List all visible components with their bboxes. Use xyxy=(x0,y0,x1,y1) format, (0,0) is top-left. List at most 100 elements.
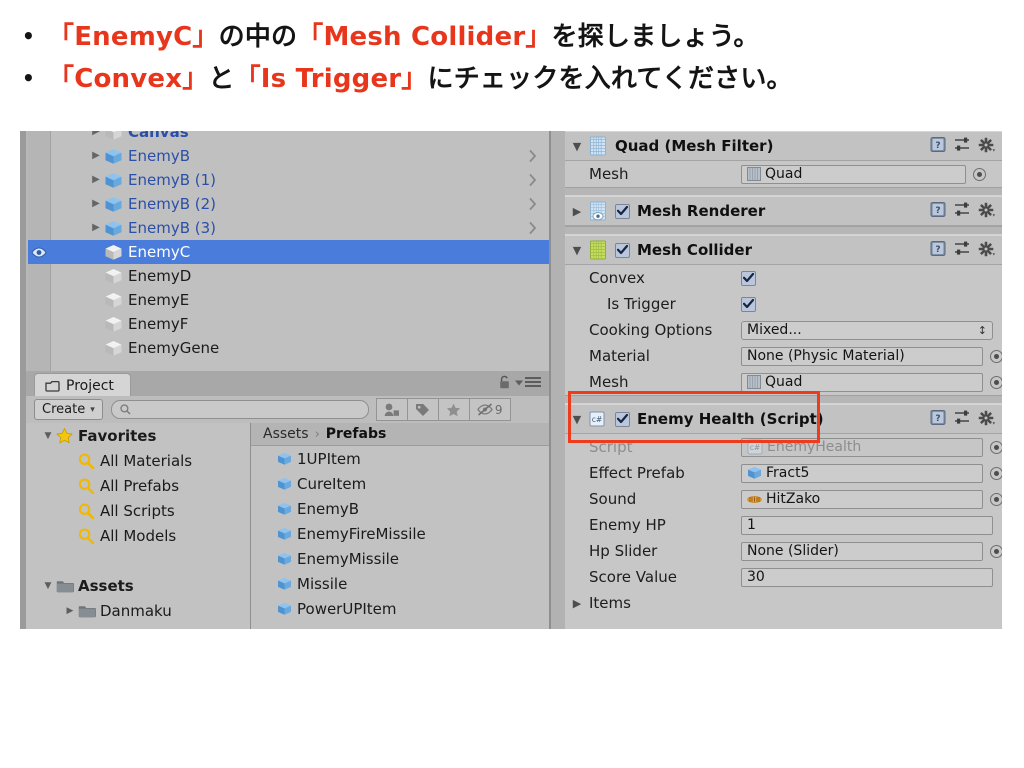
visibility-toggle[interactable] xyxy=(28,131,50,144)
asset-item-enemymissile[interactable]: EnemyMissile xyxy=(251,546,549,571)
asset-item-powerupitem[interactable]: PowerUPItem xyxy=(251,596,549,621)
project-tree-item-all-prefabs[interactable]: All Prefabs xyxy=(26,473,250,498)
component-enabled-checkbox[interactable] xyxy=(615,411,635,427)
expand-triangle-icon[interactable]: ▼ xyxy=(40,431,56,441)
gear-icon[interactable] xyxy=(978,241,997,257)
preset-icon[interactable] xyxy=(954,137,971,152)
gear-icon[interactable] xyxy=(978,202,997,218)
field-hp-slider[interactable]: Hp Slider None (Slider) xyxy=(565,538,1002,564)
value-mesh[interactable]: Quad xyxy=(741,372,983,392)
hierarchy-row-canvas[interactable]: ▶ Canvas xyxy=(28,131,549,144)
panel-menu-icon[interactable] xyxy=(515,377,541,388)
open-prefab-chevron-icon[interactable] xyxy=(529,198,537,210)
visibility-toggle[interactable] xyxy=(28,336,50,360)
field-sound[interactable]: Sound HitZako xyxy=(565,486,1002,512)
value-material[interactable]: None (Physic Material) xyxy=(741,346,983,366)
favorite-star-icon[interactable] xyxy=(438,398,470,421)
hierarchy-panel[interactable]: ▶ Canvas ▶ EnemyB ▶ EnemyB (1) ▶ EnemyB (2) ▶ Ene… xyxy=(20,131,550,371)
gear-icon[interactable] xyxy=(978,410,997,426)
checkbox-is-trigger[interactable] xyxy=(741,296,756,312)
object-picker-icon[interactable] xyxy=(983,492,1002,506)
filter-by-label-icon[interactable] xyxy=(407,398,439,421)
field-convex[interactable]: Convex xyxy=(565,265,1002,291)
visibility-toggle[interactable] xyxy=(28,144,50,168)
visibility-toggle[interactable] xyxy=(28,240,50,264)
field-score-value[interactable]: Score Value 30 xyxy=(565,564,1002,590)
project-tree-item-all-materials[interactable]: All Materials xyxy=(26,448,250,473)
inspector-panel[interactable]: ▼ Quad (Mesh Filter)? Mesh Quad ▶ Mesh Render… xyxy=(550,131,1002,629)
value-mesh[interactable]: Quad xyxy=(741,164,966,184)
visibility-toggle[interactable] xyxy=(28,288,50,312)
asset-item-1upitem[interactable]: 1UPItem xyxy=(251,446,549,471)
visibility-toggle[interactable] xyxy=(28,168,50,192)
hierarchy-row-enemyc[interactable]: EnemyC xyxy=(28,240,549,264)
field-mesh[interactable]: Mesh Quad xyxy=(565,369,1002,395)
component-header-buttons[interactable]: ? xyxy=(930,240,997,257)
help-icon[interactable]: ? xyxy=(930,201,947,218)
value-score-value[interactable]: 30 xyxy=(741,567,993,587)
field-enemy-hp[interactable]: Enemy HP 1 xyxy=(565,512,1002,538)
asset-item-enemyfiremissile[interactable]: EnemyFireMissile xyxy=(251,521,549,546)
field-cooking-options[interactable]: Cooking Options Mixed... ↕ xyxy=(565,317,1002,343)
hierarchy-row-enemyb-3-[interactable]: ▶ EnemyB (3) xyxy=(28,216,549,240)
asset-list[interactable]: 1UPItem CureItem EnemyB EnemyFireMissile Ene… xyxy=(251,446,549,621)
component-header-quad-mesh-filter-[interactable]: ▼ Quad (Mesh Filter)? xyxy=(565,131,1002,161)
object-picker-icon[interactable] xyxy=(983,349,1002,363)
project-asset-pane[interactable]: Assets › Prefabs 1UPItem CureItem EnemyB En… xyxy=(251,423,549,629)
project-tree-item-all-scripts[interactable]: All Scripts xyxy=(26,498,250,523)
value-effect-prefab[interactable]: Fract5 xyxy=(741,463,983,483)
component-header-buttons[interactable]: ? xyxy=(930,201,997,218)
value-sound[interactable]: HitZako xyxy=(741,489,983,509)
create-button[interactable]: Create ▾ xyxy=(34,399,103,420)
expand-triangle-icon[interactable]: ▶ xyxy=(88,144,104,168)
component-header-mesh-collider[interactable]: ▼ Mesh Collider? xyxy=(565,235,1002,265)
gear-icon[interactable] xyxy=(978,137,997,153)
field-material[interactable]: Material None (Physic Material) xyxy=(565,343,1002,369)
search-field[interactable] xyxy=(110,400,369,419)
asset-item-cureitem[interactable]: CureItem xyxy=(251,471,549,496)
visibility-toggle[interactable] xyxy=(28,192,50,216)
filter-by-type-icon[interactable] xyxy=(375,398,408,421)
hierarchy-row-enemygene[interactable]: EnemyGene xyxy=(28,336,549,360)
hierarchy-row-enemyd[interactable]: EnemyD xyxy=(28,264,549,288)
component-header-mesh-renderer[interactable]: ▶ Mesh Renderer? xyxy=(565,196,1002,226)
help-icon[interactable]: ? xyxy=(930,409,947,426)
checkbox-convex[interactable] xyxy=(741,270,756,286)
tab-project[interactable]: Project xyxy=(34,373,131,398)
hierarchy-row-enemyf[interactable]: EnemyF xyxy=(28,312,549,336)
field-is-trigger[interactable]: Is Trigger xyxy=(565,291,1002,317)
component-header-enemy-health-script-[interactable]: ▼ c# Enemy Health (Script)? xyxy=(565,404,1002,434)
project-tree-item-danmaku[interactable]: ▶ Danmaku xyxy=(26,598,250,623)
object-picker-icon[interactable] xyxy=(983,544,1002,558)
expand-triangle-icon[interactable]: ▶ xyxy=(565,205,589,218)
object-picker-icon[interactable] xyxy=(983,466,1002,480)
value-enemy-hp[interactable]: 1 xyxy=(741,515,993,535)
inspector-content[interactable]: ▼ Quad (Mesh Filter)? Mesh Quad ▶ Mesh Render… xyxy=(565,131,1002,629)
field-effect-prefab[interactable]: Effect Prefab Fract5 xyxy=(565,460,1002,486)
field-items[interactable]: ▶ Items xyxy=(565,590,1002,616)
hidden-objects-toggle[interactable]: 9 xyxy=(469,398,511,421)
project-tree-item-all-models[interactable]: All Models xyxy=(26,523,250,548)
open-prefab-chevron-icon[interactable] xyxy=(529,150,537,162)
expand-triangle-icon[interactable]: ▼ xyxy=(40,581,56,591)
hierarchy-row-enemyb[interactable]: ▶ EnemyB xyxy=(28,144,549,168)
project-tree-pane[interactable]: ▼ Favorites All Materials All Prefabs All Sc… xyxy=(26,423,251,629)
value-script[interactable]: c# EnemyHealth xyxy=(741,437,983,457)
component-enabled-checkbox[interactable] xyxy=(615,242,635,258)
field-mesh[interactable]: Mesh Quad xyxy=(565,161,1002,187)
lock-icon[interactable] xyxy=(498,375,511,390)
preset-icon[interactable] xyxy=(954,410,971,425)
hierarchy-row-enemye[interactable]: EnemyE xyxy=(28,288,549,312)
expand-triangle-icon[interactable]: ▶ xyxy=(88,192,104,216)
expand-triangle-icon[interactable]: ▶ xyxy=(565,597,589,610)
preset-icon[interactable] xyxy=(954,241,971,256)
asset-item-enemyb[interactable]: EnemyB xyxy=(251,496,549,521)
visibility-toggle[interactable] xyxy=(28,312,50,336)
visibility-toggle[interactable] xyxy=(28,264,50,288)
component-header-buttons[interactable]: ? xyxy=(930,136,997,153)
eye-icon[interactable] xyxy=(31,246,47,259)
preset-icon[interactable] xyxy=(954,202,971,217)
project-tree-item-favorites[interactable]: ▼ Favorites xyxy=(26,423,250,448)
field-script[interactable]: Script c# EnemyHealth xyxy=(565,434,1002,460)
breadcrumb-root[interactable]: Assets xyxy=(263,426,309,442)
